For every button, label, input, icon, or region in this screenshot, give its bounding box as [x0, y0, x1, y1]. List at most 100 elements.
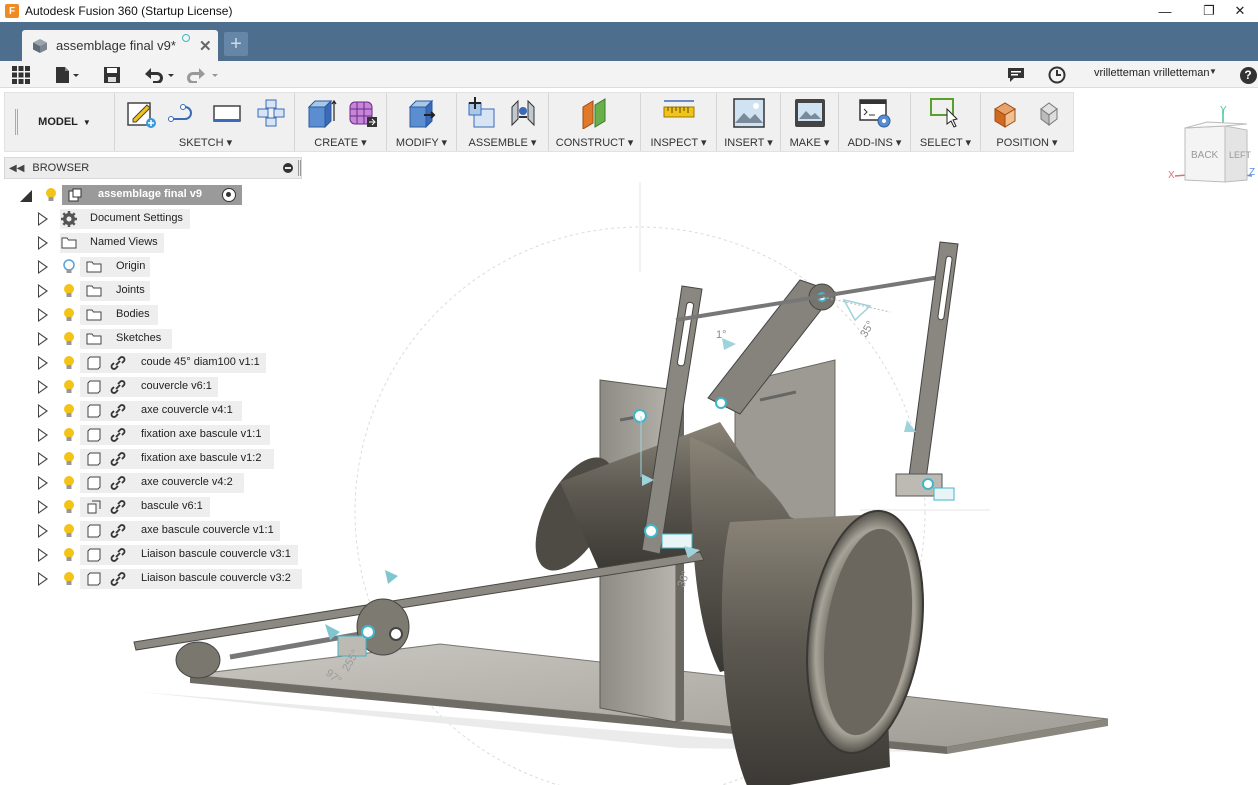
chevron-down-icon[interactable]: ▼ [1209, 67, 1217, 76]
new-component-icon[interactable] [465, 97, 497, 129]
extrude-icon[interactable] [305, 97, 337, 129]
collapsed-triangle-icon[interactable] [38, 332, 48, 346]
data-panel-grid-icon[interactable] [10, 64, 32, 86]
collapse-browser-icon[interactable]: ◀◀ [9, 163, 24, 174]
sketch-menu[interactable]: SKETCH ▾ [117, 136, 294, 149]
scripts-addins-icon[interactable] [859, 97, 891, 129]
undo-icon[interactable] [142, 64, 178, 86]
redo-icon[interactable] [186, 64, 222, 86]
tree-item-bodies[interactable]: Bodies [0, 304, 260, 326]
visibility-bulb-icon[interactable] [63, 571, 75, 587]
new-tab-button[interactable]: + [224, 32, 248, 56]
component-icon [87, 476, 101, 490]
position-menu[interactable]: POSITION ▾ [981, 136, 1073, 149]
user-account-menu[interactable]: vrilletteman vrilletteman [1094, 67, 1210, 79]
collapsed-triangle-icon[interactable] [38, 380, 48, 394]
save-icon[interactable] [101, 64, 123, 86]
expanded-triangle-icon[interactable] [20, 190, 32, 202]
workspace-switcher[interactable]: MODEL ▼ [15, 93, 115, 151]
addins-menu[interactable]: ADD-INS ▾ [839, 136, 910, 149]
tree-item-component[interactable]: axe couvercle v4:1 [0, 400, 300, 422]
inspect-menu[interactable]: INSPECT ▾ [641, 136, 716, 149]
create-menu[interactable]: CREATE ▾ [295, 136, 386, 149]
rectangle-tool-icon[interactable] [211, 97, 243, 129]
select-tool-icon[interactable] [929, 97, 961, 129]
tree-item-component[interactable]: coude 45° diam100 v1:1 [0, 352, 300, 374]
make-menu[interactable]: MAKE ▾ [781, 136, 838, 149]
form-tspline-icon[interactable] [347, 97, 379, 129]
visibility-bulb-icon[interactable] [63, 499, 75, 515]
close-tab-button[interactable]: ✕ [199, 37, 212, 55]
construct-menu[interactable]: CONSTRUCT ▾ [549, 136, 640, 149]
tree-item-component[interactable]: Liaison bascule couvercle v3:1 [0, 544, 300, 566]
visibility-bulb-icon[interactable] [45, 187, 57, 203]
job-status-clock-icon[interactable] [1045, 64, 1069, 86]
tree-item-component[interactable]: axe bascule couvercle v1:1 [0, 520, 300, 542]
visibility-bulb-icon[interactable] [63, 523, 75, 539]
tree-item-component[interactable]: couvercle v6:1 [0, 376, 300, 398]
capture-position-icon[interactable] [989, 97, 1021, 129]
file-menu-icon[interactable] [52, 64, 82, 86]
collapsed-triangle-icon[interactable] [38, 548, 48, 562]
joint-icon[interactable] [507, 97, 539, 129]
browser-grip-icon[interactable] [298, 160, 301, 176]
collapsed-triangle-icon[interactable] [38, 260, 48, 274]
tree-item-document-settings[interactable]: Document Settings [0, 208, 260, 230]
collapsed-triangle-icon[interactable] [38, 476, 48, 490]
assemble-menu[interactable]: ASSEMBLE ▾ [457, 136, 548, 149]
offset-plane-icon[interactable] [579, 97, 611, 129]
collapsed-triangle-icon[interactable] [38, 428, 48, 442]
measure-icon[interactable] [663, 97, 695, 129]
collapsed-triangle-icon[interactable] [38, 524, 48, 538]
visibility-bulb-icon[interactable] [63, 355, 75, 371]
collapsed-triangle-icon[interactable] [38, 572, 48, 586]
tree-item-sketches[interactable]: Sketches [0, 328, 260, 350]
tree-item-component[interactable]: fixation axe bascule v1:2 [0, 448, 300, 470]
create-sketch-icon[interactable] [125, 97, 157, 129]
tree-item-named-views[interactable]: Named Views [0, 232, 260, 254]
collapsed-triangle-icon[interactable] [38, 500, 48, 514]
tree-item-component[interactable]: Liaison bascule couvercle v3:2 [0, 568, 304, 590]
circular-pattern-sketch-icon[interactable] [255, 97, 287, 129]
visibility-bulb-icon[interactable] [63, 331, 75, 347]
tree-item-joints[interactable]: Joints [0, 280, 260, 302]
document-tab[interactable]: assemblage final v9* ✕ [22, 30, 218, 61]
comments-icon[interactable] [1004, 64, 1028, 86]
modify-menu[interactable]: MODIFY ▾ [387, 136, 456, 149]
visibility-bulb-off-icon[interactable] [63, 259, 75, 275]
tree-root-assembly[interactable]: assemblage final v9 [0, 184, 260, 206]
insert-menu[interactable]: INSERT ▾ [717, 136, 780, 149]
tree-item-component[interactable]: fixation axe bascule v1:1 [0, 424, 300, 446]
collapsed-triangle-icon[interactable] [38, 452, 48, 466]
view-cube[interactable]: BACK LEFT Y X Z [1165, 100, 1258, 195]
collapsed-triangle-icon[interactable] [38, 212, 48, 226]
help-icon[interactable]: ? [1238, 64, 1258, 86]
visibility-bulb-icon[interactable] [63, 451, 75, 467]
close-window-button[interactable]: ✕ [1222, 0, 1258, 22]
visibility-bulb-icon[interactable] [63, 475, 75, 491]
axle-joint-marker[interactable] [633, 409, 647, 423]
visibility-bulb-icon[interactable] [63, 403, 75, 419]
collapsed-triangle-icon[interactable] [38, 356, 48, 370]
tree-item-component[interactable]: axe couvercle v4:2 [0, 472, 300, 494]
revert-position-icon[interactable] [1033, 97, 1065, 129]
visibility-bulb-icon[interactable] [63, 283, 75, 299]
collapsed-triangle-icon[interactable] [38, 404, 48, 418]
3d-print-icon[interactable] [794, 97, 826, 129]
minimize-button[interactable]: — [1142, 0, 1188, 22]
press-pull-icon[interactable] [406, 97, 438, 129]
visibility-bulb-icon[interactable] [63, 307, 75, 323]
activate-radio-icon[interactable] [222, 188, 236, 202]
tree-item-component[interactable]: bascule v6:1 [0, 496, 300, 518]
collapsed-triangle-icon[interactable] [38, 284, 48, 298]
tree-item-origin[interactable]: Origin [0, 256, 260, 278]
visibility-bulb-icon[interactable] [63, 379, 75, 395]
browser-pin-icon[interactable] [283, 163, 293, 173]
select-menu[interactable]: SELECT ▾ [911, 136, 980, 149]
collapsed-triangle-icon[interactable] [38, 308, 48, 322]
visibility-bulb-icon[interactable] [63, 427, 75, 443]
collapsed-triangle-icon[interactable] [38, 236, 48, 250]
visibility-bulb-icon[interactable] [63, 547, 75, 563]
line-tool-icon[interactable] [167, 97, 199, 129]
insert-canvas-icon[interactable] [733, 97, 765, 129]
